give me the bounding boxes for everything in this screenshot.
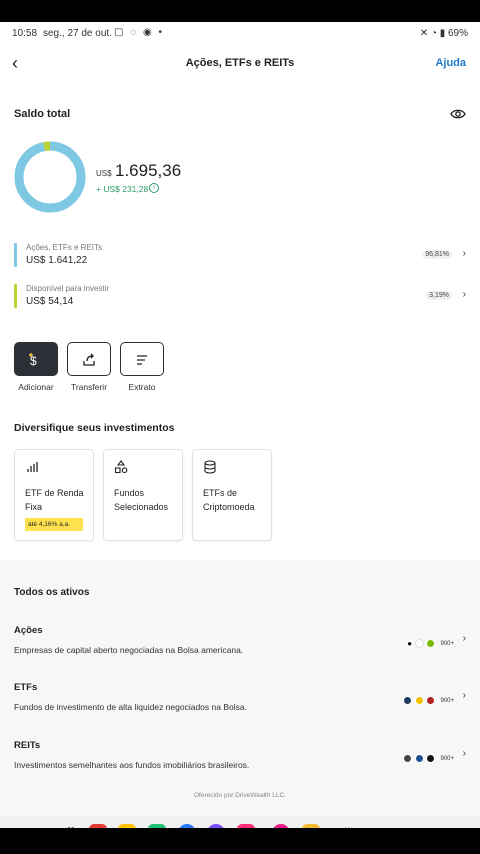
allocation-name: Disponível para investir <box>26 284 110 293</box>
app-shortcut-icon[interactable] <box>89 824 107 828</box>
add-money-icon: $ <box>29 353 37 368</box>
help-link[interactable]: Ajuda <box>435 57 466 69</box>
allocation-percent: 96,81% <box>422 250 452 259</box>
allocation-color-bar <box>14 284 17 308</box>
chevron-right-icon: › <box>462 289 466 300</box>
balance-currency: US$ <box>96 169 112 178</box>
system-nav-bar: ⠿ ||| ▢ ‹ <box>0 816 480 828</box>
card-crypto-etfs[interactable]: ETFs de Criptomoeda <box>192 449 272 541</box>
share-icon <box>83 353 95 366</box>
list-icon <box>137 355 147 365</box>
allocation-value: US$ 1.641,22 <box>26 255 88 266</box>
recents-icon[interactable]: ||| <box>344 825 353 828</box>
balance-gain: + US$ 231,28 <box>96 184 149 194</box>
asset-name: Ações <box>14 625 43 636</box>
chevron-right-icon: › <box>462 633 466 644</box>
allocation-row-investments[interactable]: Ações, ETFs e REITs US$ 1.641,22 96,81% … <box>14 243 466 269</box>
reit-logo-icon <box>426 754 436 764</box>
transfer-button[interactable] <box>67 342 111 376</box>
statement-button[interactable] <box>120 342 164 376</box>
watermark: @juliaperesvestfinances <box>158 728 323 743</box>
vanguard-logo-icon <box>426 696 436 706</box>
app-screen: 10:58 seg., 27 de out. ▢ ◌ ◉ • ✕ ◔ ▮ 69%… <box>0 22 480 828</box>
asset-description: Investimentos semelhantes aos fundos imo… <box>14 760 250 770</box>
donut-slice-invested <box>14 141 86 213</box>
apple-logo-icon: ● <box>407 639 413 649</box>
more-count: 900+ <box>440 640 454 647</box>
asset-name: ETFs <box>14 682 38 693</box>
reit-logos: 900+ <box>403 750 454 764</box>
card-selected-funds[interactable]: Fundos Selecionados <box>103 449 183 541</box>
app-shortcut-icon[interactable] <box>207 824 225 828</box>
page-title: Ações, ETFs e REITs <box>185 57 295 69</box>
yield-badge: até 4,16% a.a. <box>25 518 83 531</box>
status-bar: 10:58 seg., 27 de out. ▢ ◌ ◉ • ✕ ◔ ▮ 69% <box>0 22 480 44</box>
asset-description: Fundos de investimento de alta liquidez … <box>14 702 247 712</box>
add-label: Adicionar <box>18 382 54 392</box>
asset-description: Empresas de capital aberto negociadas na… <box>14 645 244 655</box>
fund-logos: 900+ <box>403 692 454 706</box>
eye-icon[interactable] <box>450 108 466 120</box>
app-shortcut-icon[interactable] <box>148 824 166 828</box>
notification-icons: ▢ ◌ ◉ • <box>114 27 164 38</box>
card-label: ETFs de Criptomoeda <box>203 488 255 512</box>
fund-logo-icon <box>403 696 413 706</box>
top-app-bar: ‹ Ações, ETFs e REITs Ajuda <box>0 44 480 84</box>
bar-chart-icon <box>27 462 38 472</box>
info-icon[interactable]: i <box>149 183 159 193</box>
diversify-title: Diversifique seus investimentos <box>14 422 175 434</box>
shapes-icon <box>114 460 128 474</box>
app-shortcut-icon[interactable] <box>118 824 136 828</box>
fund-logo-icon <box>414 696 424 706</box>
balance-label: Saldo total <box>14 108 71 120</box>
card-label: ETF de Renda Fixa <box>25 488 84 512</box>
statement-label: Extrato <box>128 382 156 392</box>
company-logos: ● 900+ <box>407 635 454 649</box>
app-drawer-icon[interactable]: ⠿ <box>66 825 76 828</box>
chevron-right-icon: › <box>462 748 466 759</box>
all-assets-title: Todos os ativos <box>14 587 90 598</box>
offered-by: Oferecido por DriveWealth LLC. <box>193 792 286 799</box>
allocation-percent: 3,19% <box>426 291 452 300</box>
nvidia-logo-icon <box>426 639 436 649</box>
add-button[interactable]: $ <box>14 342 58 376</box>
card-fixed-income-etf[interactable]: ETF de Renda Fixa até 4,16% a.a. <box>14 449 94 541</box>
app-shortcut-icon[interactable] <box>302 824 320 828</box>
status-date: seg., 27 de out. <box>43 28 112 39</box>
more-count: 900+ <box>440 697 454 704</box>
card-label: Fundos Selecionados <box>114 488 169 512</box>
asset-row-reits[interactable]: REITs Investimentos semelhantes aos fund… <box>14 740 466 784</box>
reit-logo-icon <box>403 754 413 764</box>
app-shortcut-icon[interactable] <box>237 824 255 828</box>
chevron-right-icon: › <box>462 690 466 701</box>
more-count: 900+ <box>440 755 454 762</box>
home-icon[interactable]: ▢ <box>390 825 401 828</box>
status-time: 10:58 <box>12 28 38 39</box>
battery-level: ✕ ◔ ▮ 69% <box>419 28 468 39</box>
allocation-value: US$ 54,14 <box>26 296 74 307</box>
app-shortcut-icon[interactable] <box>272 824 290 828</box>
transfer-label: Transferir <box>70 382 108 392</box>
allocation-name: Ações, ETFs e REITs <box>26 243 103 252</box>
allocation-color-bar <box>14 243 17 267</box>
balance-amount: 1.695,36 <box>115 161 182 180</box>
chevron-right-icon: › <box>462 248 466 259</box>
asset-row-stocks[interactable]: Ações Empresas de capital aberto negocia… <box>14 625 466 669</box>
asset-row-etfs[interactable]: ETFs Fundos de investimento de alta liqu… <box>14 682 466 726</box>
amazon-logo-icon <box>414 639 424 649</box>
asset-name: REITs <box>14 740 41 751</box>
app-shortcut-icon[interactable] <box>178 824 196 828</box>
reit-logo-icon <box>414 754 424 764</box>
allocation-donut <box>14 141 86 213</box>
database-icon <box>204 460 216 474</box>
allocation-row-available[interactable]: Disponível para investir US$ 54,14 3,19%… <box>14 284 466 310</box>
back-nav-icon[interactable]: ‹ <box>436 825 440 828</box>
